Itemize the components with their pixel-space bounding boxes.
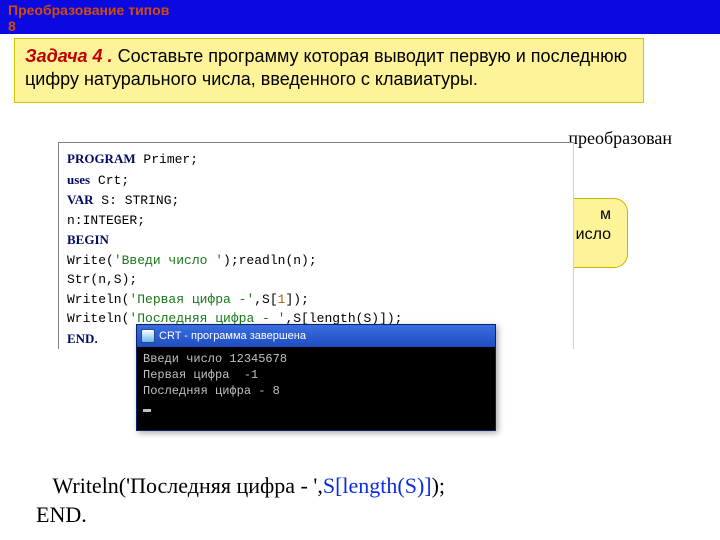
console-line: Последняя цифра - 8 [143,384,280,398]
code-line: VAR S: STRING; [67,190,565,211]
task-text: Составьте программу которая выводит перв… [25,46,627,89]
code-line: Write('Введи число ');readln(n); [67,251,565,271]
code-line: Str(n,S); [67,270,565,290]
banner-line2: 8 [8,18,712,34]
slide-title-banner: Преобразование типов 8 [0,0,720,34]
console-line: Введи число 12345678 [143,352,287,366]
code-line: END. [36,501,445,530]
code-editor: PROGRAM Primer; uses Crt; VAR S: STRING;… [58,142,574,349]
code-line: uses Crt; [67,170,565,191]
console-output: Введи число 12345678 Первая цифра -1 Пос… [137,347,495,430]
code-line: n:INTEGER; [67,211,565,231]
task-label: Задача 4 . [25,46,113,66]
console-title-text: CRT - программа завершена [159,330,491,342]
console-titlebar: CRT - программа завершена [137,325,495,347]
console-line: Первая цифра -1 [143,368,258,382]
partial-covered-text: преобразован [568,128,672,149]
code-line: Writeln('Первая цифра -',S[1]); [67,290,565,310]
code-line: PROGRAM Primer; [67,149,565,170]
code-line: BEGIN [67,230,565,251]
console-cursor [143,409,151,412]
task-box: Задача 4 . Составьте программу которая в… [14,38,644,103]
console-window: CRT - программа завершена Введи число 12… [136,324,496,431]
app-icon [141,329,155,343]
bottom-code-block: Writeln('Последняя цифра - ',S[length(S)… [36,472,445,529]
banner-line1: Преобразование типов [8,2,712,18]
code-line: Writeln('Последняя цифра - ',S[length(S)… [36,472,445,501]
